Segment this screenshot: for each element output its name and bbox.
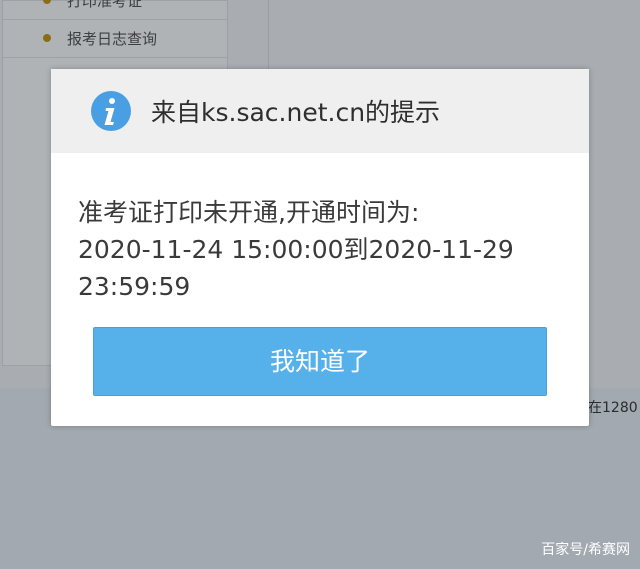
divider [268, 0, 269, 70]
sidebar-item-log-query[interactable]: 报考日志查询 [3, 20, 227, 58]
dialog-header: 来自ks.sac.net.cn的提示 [51, 69, 589, 153]
info-icon [91, 91, 131, 131]
watermark: 百家号/希赛网 [541, 542, 630, 558]
dialog-title: 来自ks.sac.net.cn的提示 [151, 98, 441, 127]
sidebar-item-label: 报考日志查询 [67, 30, 158, 48]
alert-dialog: 来自ks.sac.net.cn的提示 准考证打印未开通,开通时间为: 2020-… [51, 69, 589, 426]
sidebar-item-label: 打印准考证 [67, 0, 143, 10]
background-text: 在1280 [588, 400, 638, 416]
dialog-message: 准考证打印未开通,开通时间为: 2020-11-24 15:00:00到2020… [78, 198, 514, 301]
bullet-icon [43, 34, 51, 42]
bullet-icon [43, 0, 51, 4]
sidebar-item-print-admission[interactable]: 打印准考证 [3, 0, 227, 20]
ok-button[interactable]: 我知道了 [93, 327, 547, 396]
